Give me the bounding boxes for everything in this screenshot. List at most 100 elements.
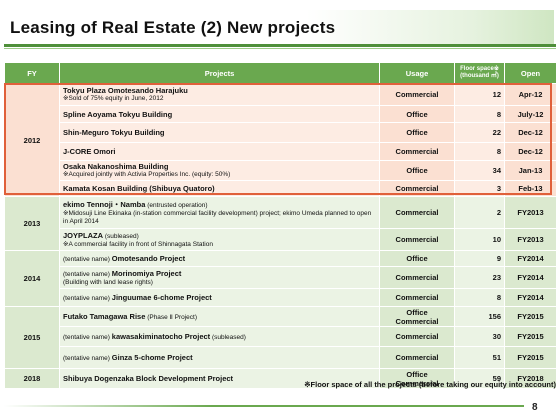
fy-cell: 2015 [4,306,60,369]
table-row: JOYPLAZA (subleased) ※A commercial facili… [5,228,557,251]
project-cell: Futako Tamagawa Rise (Phase Ⅱ Project) [59,306,380,327]
header-projects: Projects [59,62,380,84]
floor-cell: 8 [454,142,505,161]
usage-cell: Commercial [379,326,455,347]
project-cell: Spline Aoyama Tokyu Building [59,105,380,123]
floor-cell: 23 [454,266,505,289]
usage-cell: Office [379,105,455,123]
open-cell: FY2014 [504,250,557,267]
title-underline [4,44,556,47]
floor-cell: 8 [454,105,505,123]
table-header-row: FY Projects Usage Floor space※ (thousand… [4,62,557,84]
project-name: Ginza 5-chome Project [111,352,193,362]
project-name: JOYPLAZA [63,230,104,240]
fy-cell: 2012 [4,83,60,197]
open-cell: FY2014 [504,288,557,307]
project-name: ekimo Tennoji・Namba [63,199,146,209]
project-name: kawasakiminatocho Project [111,331,211,341]
table-row: Kamata Kosan Building (Shibuya Quatoro) … [5,180,557,197]
table-row: Spline Aoyama Tokyu Building Office 8 Ju… [5,105,557,123]
header-open: Open [504,62,557,84]
usage-cell: Commercial [379,346,455,369]
open-cell: Feb-13 [504,180,557,197]
usage-cell: Commercial [379,83,455,106]
project-note: (Building with land lease rights) [63,278,153,286]
project-cell: Osaka Nakanoshima Building ※Acquired join… [59,160,380,181]
project-prefix: (tentative name) [63,255,112,263]
open-cell: FY2014 [504,266,557,289]
project-cell: (tentative name) Ginza 5-chome Project [59,346,380,369]
open-cell: Dec-12 [504,122,557,143]
usage-cell: Commercial [379,288,455,307]
header-usage: Usage [379,62,455,84]
project-cell: Tokyu Plaza Omotesando Harajuku ※Sold of … [59,83,380,106]
table-row: (tentative name) Morinomiya Project (Buil… [5,266,557,289]
header-fy: FY [4,62,60,84]
project-cell: (tentative name) Jinguumae 6-chome Proje… [59,288,380,307]
page-number: 8 [532,402,538,413]
project-name: Tokyu Plaza Omotesando Harajuku [63,86,188,95]
header-floor-space: Floor space※ (thousand ㎡) [454,62,505,84]
table-row: (tentative name) kawasakiminatocho Proje… [5,326,557,347]
open-cell: FY2015 [504,346,557,369]
footer-rule [4,405,524,407]
project-cell: Kamata Kosan Building (Shibuya Quatoro) [59,180,380,197]
project-cell: JOYPLAZA (subleased) ※A commercial facili… [59,228,380,251]
title-bar: Leasing of Real Estate (2) New projects [0,10,560,49]
table-row: (tentative name) Jinguumae 6-chome Proje… [5,288,557,307]
floor-cell: 51 [454,346,505,369]
footnote: ※Floor space of all the projects (before… [304,380,556,389]
project-tag: (subleased) [103,232,139,240]
projects-table: FY Projects Usage Floor space※ (thousand… [4,62,557,389]
floor-cell: 8 [454,288,505,307]
usage-cell: Office [379,122,455,143]
usage-cell: Office [379,160,455,181]
floor-cell: 10 [454,228,505,251]
table-row: 2015 Futako Tamagawa Rise (Phase Ⅱ Proje… [4,306,557,369]
project-cell: ekimo Tennoji・Namba (entrusted operation… [59,196,380,229]
floor-cell: 9 [454,250,505,267]
floor-cell: 34 [454,160,505,181]
project-note: ※Midosuji Line Ekinaka (in-station comme… [63,209,372,225]
open-cell: July-12 [504,105,557,123]
open-cell: FY2015 [504,326,557,347]
fy-cell: 2014 [4,250,60,307]
project-name: Omotesando Project [111,253,186,263]
project-cell: (tentative name) Omotesando Project [59,250,380,267]
table-row: 2012 Tokyu Plaza Omotesando Harajuku ※Sol… [4,83,557,197]
floor-cell: 2 [454,196,505,229]
usage-cell: Commercial [379,180,455,197]
floor-cell: 12 [454,83,505,106]
page-title: Leasing of Real Estate (2) New projects [10,18,336,37]
table-row: Osaka Nakanoshima Building ※Acquired join… [5,160,557,181]
project-tag: (subleased) [210,333,246,341]
table-row: 2013 ekimo Tennoji・Namba (entrusted oper… [4,196,557,251]
usage-cell: Office [379,250,455,267]
project-note: ※Sold of 75% equity in June, 2012 [63,95,164,102]
project-cell: (tentative name) kawasakiminatocho Proje… [59,326,380,347]
table-row: 2014 (tentative name) Omotesando Project… [4,250,557,307]
project-tag: (entrusted operation) [145,201,208,209]
open-cell: Apr-12 [504,83,557,106]
project-cell: (tentative name) Morinomiya Project (Buil… [59,266,380,289]
open-cell: Dec-12 [504,142,557,161]
project-name: Osaka Nakanoshima Building [63,162,169,171]
project-name: Morinomiya Project [111,268,182,278]
table-row: (tentative name) Ginza 5-chome Project C… [5,346,557,369]
usage-cell: Commercial [379,196,455,229]
open-cell: FY2015 [504,306,557,327]
project-cell: J-CORE Omori [59,142,380,161]
project-prefix: (tentative name) [63,354,112,362]
floor-cell: 30 [454,326,505,347]
usage-cell: Commercial [379,266,455,289]
project-prefix: (tentative name) [63,333,112,341]
fy-cell: 2013 [4,196,60,251]
table-row: J-CORE Omori Commercial 8 Dec-12 [5,142,557,161]
usage-cell: Commercial [379,228,455,251]
floor-cell: 22 [454,122,505,143]
project-prefix: (tentative name) [63,294,112,302]
project-tag: (Phase Ⅱ Project) [145,313,197,321]
open-cell: FY2013 [504,196,557,229]
project-name: Jinguumae 6-chome Project [111,292,212,302]
table-row: Shin-Meguro Tokyu Building Office 22 Dec… [5,122,557,143]
